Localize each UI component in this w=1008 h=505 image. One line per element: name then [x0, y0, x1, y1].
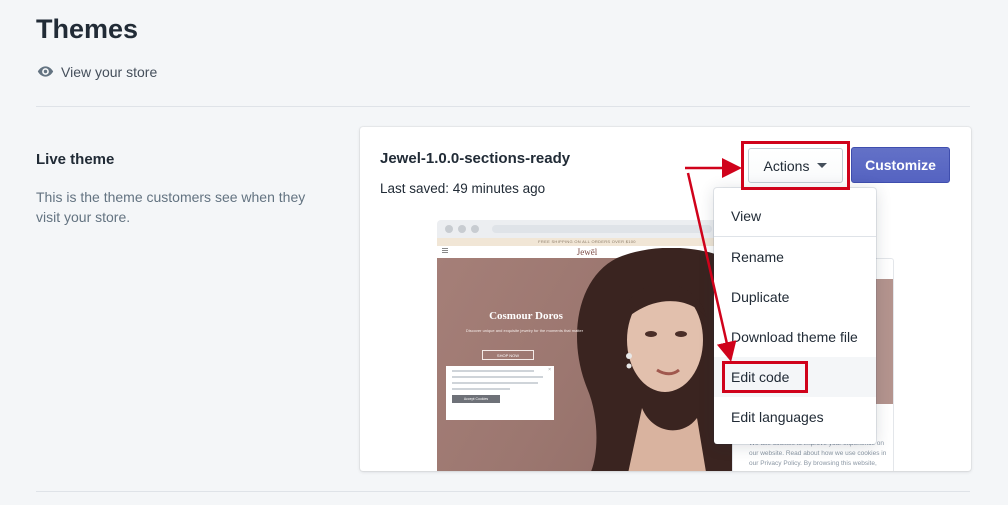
live-theme-heading: Live theme: [36, 151, 115, 168]
model-portrait: [577, 248, 737, 471]
view-store-label: View your store: [61, 63, 158, 80]
page-title: Themes: [36, 14, 139, 44]
hero-banner: Cosmour Doros Discover unique and exquis…: [437, 248, 737, 471]
theme-name: Jewel-1.0.0-sections-ready: [380, 150, 571, 167]
menu-item-rename[interactable]: Rename: [714, 237, 876, 277]
live-theme-description: This is the theme customers see when the…: [36, 189, 306, 225]
actions-highlight-box: [741, 141, 850, 190]
close-icon: ×: [548, 367, 551, 373]
customize-button[interactable]: Customize: [851, 147, 950, 183]
menu-item-duplicate[interactable]: Duplicate: [714, 277, 876, 317]
cookie-banner: × Accept Cookies: [446, 366, 554, 420]
hero-title: Cosmour Doros: [489, 310, 563, 322]
view-store-link[interactable]: View your store: [37, 63, 157, 80]
menu-icon: [442, 250, 448, 251]
last-saved: Last saved: 49 minutes ago: [380, 181, 546, 196]
actions-dropdown: View Rename Duplicate Download theme fil…: [714, 188, 876, 444]
footer-divider: [36, 491, 970, 492]
hero-shop-button: SHOP NOW: [482, 350, 534, 360]
desktop-preview[interactable]: FREE SHIPPING ON ALL ORDERS OVER $100 Je…: [437, 220, 737, 471]
promo-bar: FREE SHIPPING ON ALL ORDERS OVER $100: [437, 238, 737, 246]
edit-code-highlight-box: [722, 361, 808, 393]
eye-icon: [37, 66, 54, 77]
menu-item-download-theme[interactable]: Download theme file: [714, 317, 876, 357]
accept-cookies-button: Accept Cookies: [452, 395, 500, 403]
browser-bar: [437, 220, 737, 238]
header-divider: [36, 106, 970, 107]
menu-item-view[interactable]: View: [714, 196, 876, 236]
menu-item-edit-languages[interactable]: Edit languages: [714, 397, 876, 437]
hero-subtitle: Discover unique and exquisite jewelry fo…: [465, 328, 584, 333]
